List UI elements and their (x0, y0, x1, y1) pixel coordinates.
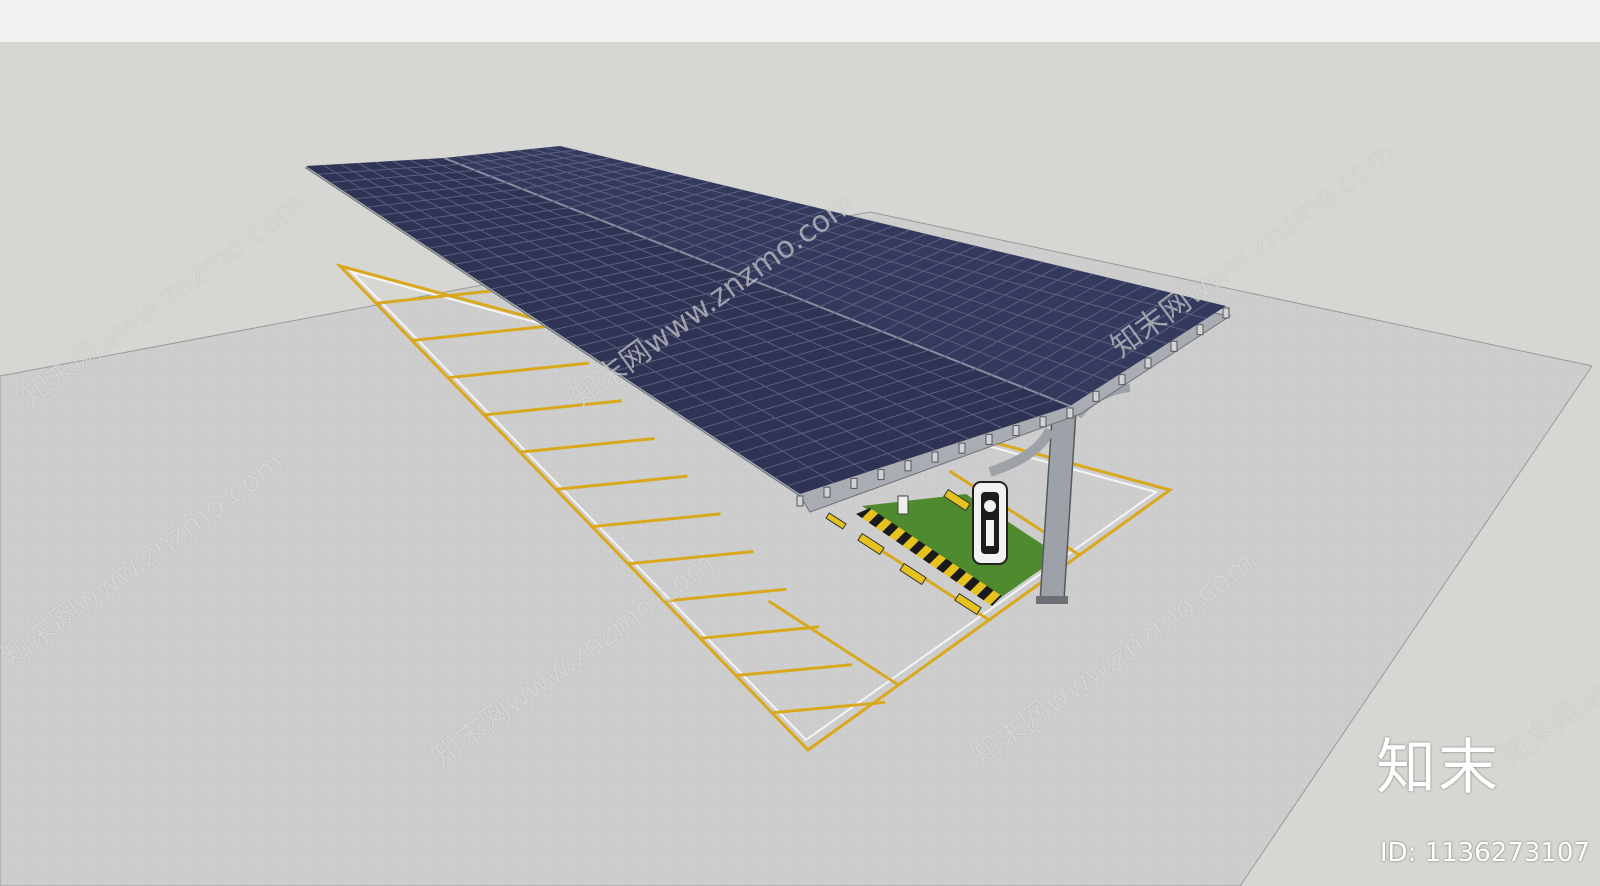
canopy-bracket (1012, 425, 1020, 437)
canopy-bracket (1196, 324, 1204, 336)
canopy-bracket (1066, 407, 1074, 419)
canopy-bracket (823, 486, 831, 498)
canopy-bracket (1118, 374, 1126, 386)
canopy-bracket (958, 442, 966, 454)
canopy-bracket (1222, 307, 1230, 319)
canopy-bracket (796, 495, 804, 507)
canopy-bracket (904, 460, 912, 472)
top-bar (0, 0, 1600, 42)
brand-logo: 知末 (1376, 733, 1500, 803)
charging-station (972, 481, 1008, 565)
canopy-bracket (1144, 357, 1152, 369)
canopy-bracket (985, 433, 993, 445)
image-id-label: ID: 1136273107 (1379, 838, 1590, 868)
canopy-bracket (1170, 340, 1178, 352)
canopy-bracket (850, 477, 858, 489)
canopy-bracket (877, 469, 885, 481)
canopy-bracket (1039, 416, 1047, 428)
canopy-bracket (1092, 390, 1100, 402)
solar-carport-scene (0, 0, 1600, 886)
canopy-bracket (931, 451, 939, 463)
